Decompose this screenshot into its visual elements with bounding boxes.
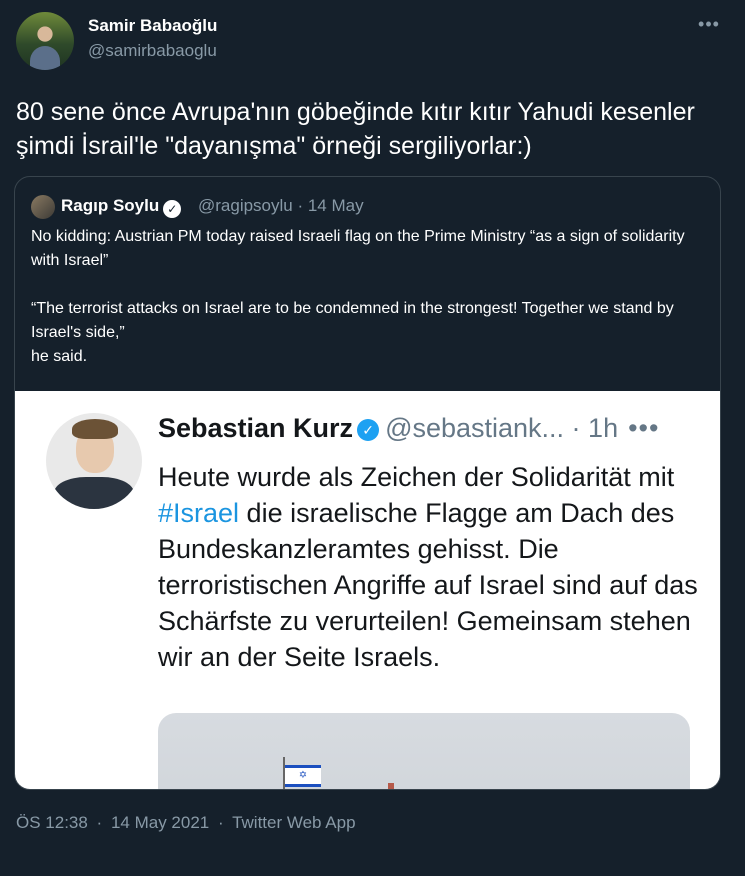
quoted-author-name: Ragıp Soylu ✓ (61, 196, 182, 218)
author-handle[interactable]: @samirbabaoglu (88, 41, 217, 61)
embedded-avatar (46, 413, 142, 509)
quoted-tweet-text: No kidding: Austrian PM today raised Isr… (31, 228, 685, 365)
israel-flag-icon: ✡ (285, 765, 321, 787)
quoted-author-name-text: Ragıp Soylu (61, 196, 160, 215)
tweet-text: 80 sene önce Avrupa'nın göbeğinde kıtır … (16, 98, 695, 160)
quoted-tweet-image[interactable]: Sebastian Kurz ✓ @sebastiank... · 1h ••• He… (15, 391, 720, 789)
author-avatar[interactable] (16, 12, 74, 70)
tweet-date[interactable]: 14 May 2021 (111, 813, 209, 832)
embedded-photo: ✡ (158, 713, 690, 789)
embedded-handle-time: @sebastiank... · 1h (385, 413, 619, 443)
verified-icon: ✓ (163, 200, 182, 218)
author-display-name[interactable]: Samir Babaoğlu (88, 16, 217, 36)
tweet-metadata: ÖS 12:38 · 14 May 2021 · Twitter Web App (16, 813, 356, 832)
distant-flag (388, 783, 394, 789)
tweet: Samir Babaoğlu @samirbabaoglu ••• 80 sen… (0, 0, 745, 876)
quoted-tweet[interactable]: Ragıp Soylu ✓ @ragipsoylu · 14 May No kid… (14, 176, 721, 790)
embedded-text-after: die israelische Flagge am Dach des Bunde… (158, 498, 698, 672)
tweet-time[interactable]: ÖS 12:38 (16, 813, 88, 832)
ellipsis-icon[interactable]: ••• (697, 14, 721, 34)
embedded-ellipsis-icon: ••• (628, 413, 660, 443)
embedded-tweet-text: Heute wurde als Zeichen der Solidarität … (158, 459, 708, 675)
embedded-verified-icon: ✓ (357, 419, 380, 441)
tweet-source[interactable]: Twitter Web App (232, 813, 355, 832)
embedded-tweet-header: Sebastian Kurz ✓ @sebastiank... · 1h ••• (158, 411, 659, 445)
quoted-author-handle-date: @ragipsoylu · 14 May (198, 196, 364, 215)
quoted-author-avatar (31, 195, 55, 219)
embedded-text-before: Heute wurde als Zeichen der Solidarität … (158, 462, 675, 492)
embedded-author-name: Sebastian Kurz (158, 413, 354, 443)
embedded-hashtag: #Israel (158, 498, 240, 528)
